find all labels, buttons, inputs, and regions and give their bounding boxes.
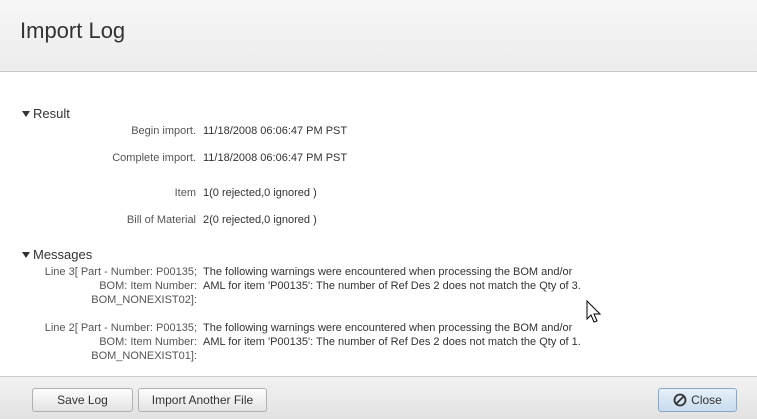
message-text-line: AML for item 'P00135': The number of Ref… xyxy=(203,336,581,348)
result-value: 11/18/2008 06:06:47 PM PST xyxy=(203,152,348,164)
close-button[interactable]: Close xyxy=(658,388,737,412)
save-log-label: Save Log xyxy=(57,393,108,407)
triangle-down-icon xyxy=(22,111,30,117)
message-label-line: BOM: Item Number: xyxy=(99,280,197,292)
messages-section-toggle[interactable]: Messages xyxy=(22,247,92,262)
message-text-line: The following warnings were encountered … xyxy=(203,266,573,278)
message-text-line: The following warnings were encountered … xyxy=(203,322,573,334)
result-label: Bill of Material xyxy=(126,214,196,226)
result-label: Complete import. xyxy=(112,152,196,164)
import-another-file-label: Import Another File xyxy=(151,393,254,407)
result-value: 1(0 rejected,0 ignored ) xyxy=(203,187,317,199)
message-label-line: Line 3[ Part - Number: P00135; xyxy=(44,266,197,278)
triangle-down-icon xyxy=(22,252,30,258)
message-line-label: Line 3[ Part - Number: P00135; BOM: Item… xyxy=(0,265,197,307)
dialog-title: Import Log xyxy=(20,18,126,43)
dialog-footer: Save Log Import Another File Close xyxy=(0,376,757,419)
message-text: The following warnings were encountered … xyxy=(203,265,673,293)
import-another-file-button[interactable]: Import Another File xyxy=(138,388,267,412)
result-value: 2(0 rejected,0 ignored ) xyxy=(203,214,317,226)
result-label: Begin import. xyxy=(131,125,196,137)
result-value: 11/18/2008 06:06:47 PM PST xyxy=(203,125,348,137)
message-line-label: Line 2[ Part - Number: P00135; BOM: Item… xyxy=(0,321,197,363)
close-label: Close xyxy=(691,393,722,407)
message-text: The following warnings were encountered … xyxy=(203,321,673,349)
save-log-button[interactable]: Save Log xyxy=(32,388,133,412)
message-label-line: BOM: Item Number: xyxy=(99,336,197,348)
message-label-line: BOM_NONEXIST01]: xyxy=(91,350,197,362)
message-text-line: AML for item 'P00135': The number of Ref… xyxy=(203,280,581,292)
result-label: Item xyxy=(174,187,196,199)
messages-heading: Messages xyxy=(33,247,93,262)
log-content: Result Begin import. 11/18/2008 06:06:47… xyxy=(0,72,757,376)
dialog-header: Import Log xyxy=(0,0,757,72)
result-section-toggle[interactable]: Result xyxy=(22,106,70,121)
result-heading: Result xyxy=(33,106,70,121)
cancel-circle-icon xyxy=(673,393,687,407)
message-label-line: BOM_NONEXIST02]: xyxy=(91,294,197,306)
mouse-pointer-icon xyxy=(586,300,602,323)
message-label-line: Line 2[ Part - Number: P00135; xyxy=(44,322,197,334)
